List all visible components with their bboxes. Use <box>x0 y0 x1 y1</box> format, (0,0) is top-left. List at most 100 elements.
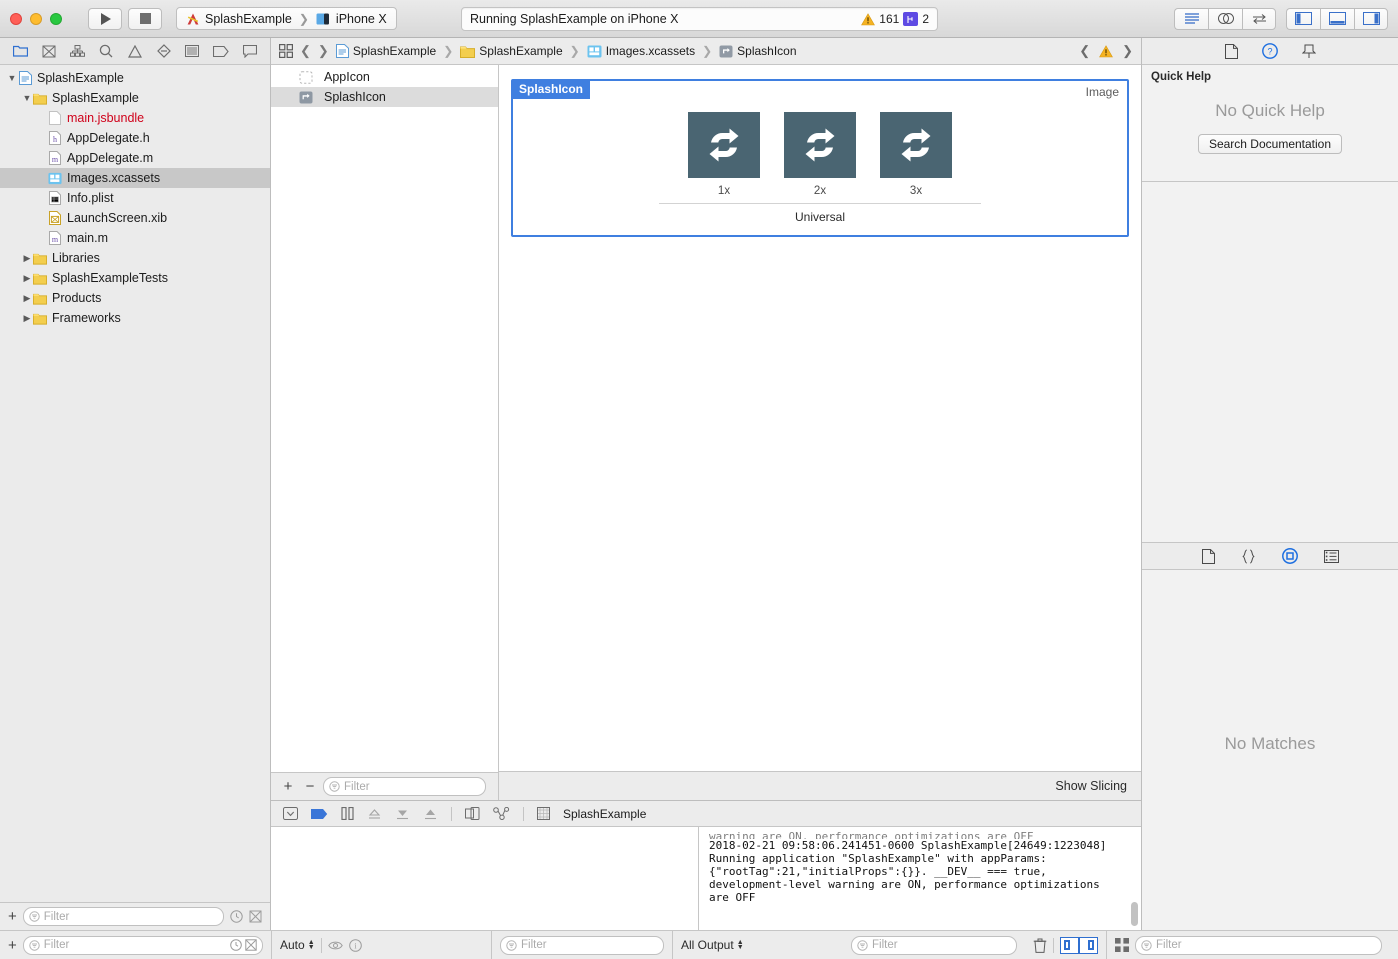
issue-navigator-tab[interactable] <box>124 42 146 61</box>
memory-graph-icon[interactable] <box>493 807 510 820</box>
disclosure-triangle-open-icon[interactable]: ▼ <box>6 73 18 83</box>
breakpoint-flag-icon[interactable] <box>311 808 328 820</box>
variables-filter-field[interactable]: Filter <box>500 935 664 955</box>
version-editor-button[interactable] <box>1242 7 1276 30</box>
variables-view-icon[interactable] <box>1060 936 1079 954</box>
scheme-selector[interactable]: SplashExample ❯ iPhone X <box>176 7 397 30</box>
pin-inspector-tab[interactable] <box>1301 44 1316 59</box>
repeat-arrows-icon[interactable] <box>880 112 952 178</box>
warning-triangle-icon[interactable] <box>1099 44 1114 58</box>
assistant-editor-button[interactable] <box>1208 7 1242 30</box>
console-filter-field[interactable]: Filter <box>851 935 1017 955</box>
tree-row[interactable]: m main.m <box>0 228 270 248</box>
tree-row[interactable]: ▶ Libraries <box>0 248 270 268</box>
grid-view-icon[interactable] <box>1115 938 1129 952</box>
tree-row[interactable]: ▶ Frameworks <box>0 308 270 328</box>
tree-row[interactable]: m AppDelegate.m <box>0 148 270 168</box>
tree-row[interactable]: main.jsbundle <box>0 108 270 128</box>
disclosure-box-icon[interactable] <box>283 807 298 820</box>
repeat-arrows-icon[interactable] <box>688 112 760 178</box>
standard-editor-button[interactable] <box>1174 7 1208 30</box>
report-navigator-tab[interactable] <box>239 42 261 61</box>
tree-row[interactable]: ▼ SplashExample <box>0 88 270 108</box>
next-issue-button[interactable]: ❯ <box>1122 43 1133 59</box>
step-over-icon[interactable] <box>367 808 382 820</box>
test-navigator-tab[interactable] <box>153 42 175 61</box>
disclosure-triangle-closed-icon[interactable]: ▶ <box>21 273 33 284</box>
breadcrumb-item-project[interactable]: SplashExample <box>335 44 436 58</box>
source-control-icon[interactable] <box>245 939 257 951</box>
code-snippet-library-tab[interactable] <box>1241 549 1256 564</box>
branch-icon[interactable] <box>903 12 919 26</box>
search-documentation-button[interactable]: Search Documentation <box>1197 134 1343 154</box>
add-asset-button[interactable]: + <box>279 778 297 795</box>
symbol-navigator-tab[interactable] <box>67 42 89 61</box>
source-control-navigator-tab[interactable] <box>38 42 60 61</box>
clock-icon[interactable] <box>230 939 242 951</box>
image-slot[interactable]: 1x <box>688 112 760 197</box>
eye-icon[interactable] <box>327 940 343 951</box>
quick-help-inspector-tab[interactable]: ? <box>1261 43 1278 59</box>
console-view-icon[interactable] <box>1079 936 1098 954</box>
tree-row[interactable]: LaunchScreen.xib <box>0 208 270 228</box>
view-hierarchy-icon[interactable] <box>465 807 480 820</box>
forward-button[interactable]: ❯ <box>318 43 329 59</box>
close-button[interactable] <box>10 12 22 25</box>
navigator-filter-field[interactable]: Filter <box>22 907 224 926</box>
step-into-icon[interactable] <box>395 808 410 820</box>
asset-item-selected[interactable]: SplashIcon <box>271 87 498 107</box>
trash-icon[interactable] <box>1033 938 1047 953</box>
related-items-icon[interactable] <box>279 44 293 58</box>
source-control-filter-icon[interactable] <box>249 910 262 923</box>
find-navigator-tab[interactable] <box>95 42 117 61</box>
repeat-arrows-icon[interactable] <box>784 112 856 178</box>
info-circle-icon[interactable]: i <box>348 938 362 952</box>
disclosure-triangle-open-icon[interactable]: ▼ <box>21 93 33 103</box>
project-navigator-tab[interactable] <box>9 42 31 61</box>
disclosure-triangle-closed-icon[interactable]: ▶ <box>21 293 33 304</box>
asset-filter-field[interactable]: Filter <box>323 777 486 796</box>
tree-row-selected[interactable]: Images.xcassets <box>0 168 270 188</box>
breadcrumb-item-group[interactable]: SplashExample <box>460 44 563 58</box>
tree-row[interactable]: Info.plist <box>0 188 270 208</box>
step-out-icon[interactable] <box>423 808 438 820</box>
tree-row[interactable]: h AppDelegate.h <box>0 128 270 148</box>
variables-scope-popup[interactable]: Auto ▲ ▼ <box>280 938 315 952</box>
imageset-group[interactable]: SplashIcon Image 1x 2x 3x Universal <box>511 79 1129 237</box>
pause-icon[interactable] <box>341 807 354 820</box>
project-tree[interactable]: ▼ SplashExample ▼ SplashExample main.jsbundl… <box>0 65 270 902</box>
file-inspector-tab[interactable] <box>1224 43 1238 59</box>
image-slot[interactable]: 3x <box>880 112 952 197</box>
library-filter-field[interactable]: Filter <box>1135 935 1382 955</box>
add-button[interactable]: + <box>8 937 17 954</box>
tree-row[interactable]: ▶ Products <box>0 288 270 308</box>
asset-item[interactable]: AppIcon <box>271 67 498 87</box>
console-scrollbar[interactable] <box>1131 902 1138 926</box>
media-library-tab[interactable] <box>1323 549 1339 563</box>
warning-triangle-icon[interactable] <box>861 12 876 26</box>
toggle-navigator-button[interactable] <box>1286 7 1320 30</box>
add-file-button[interactable]: + <box>8 908 17 925</box>
stop-button[interactable] <box>128 7 162 30</box>
toggle-utilities-button[interactable] <box>1354 7 1388 30</box>
breadcrumb-item-imageset[interactable]: SplashIcon <box>719 44 797 58</box>
toggle-debug-area-button[interactable] <box>1320 7 1354 30</box>
minimize-button[interactable] <box>30 12 42 25</box>
recent-filter-icon[interactable] <box>230 910 243 923</box>
debug-navigator-tab[interactable] <box>181 42 203 61</box>
asset-rows[interactable]: AppIcon SplashIcon <box>271 65 498 772</box>
breakpoint-navigator-tab[interactable] <box>210 42 232 61</box>
tree-row[interactable]: ▼ SplashExample <box>0 68 270 88</box>
disclosure-triangle-closed-icon[interactable]: ▶ <box>21 313 33 324</box>
back-button[interactable]: ❮ <box>300 43 311 59</box>
run-button[interactable] <box>88 7 122 30</box>
image-slot[interactable]: 2x <box>784 112 856 197</box>
console-output[interactable]: warning are ON, performance optimization… <box>699 827 1141 930</box>
disclosure-triangle-closed-icon[interactable]: ▶ <box>21 253 33 264</box>
variables-view[interactable] <box>271 827 699 930</box>
breadcrumb-item-assets[interactable]: Images.xcassets <box>587 44 695 58</box>
remove-asset-button[interactable]: − <box>301 778 319 795</box>
console-output-popup[interactable]: All Output ▲ ▼ <box>681 938 744 952</box>
navigator-bottom-filter[interactable]: Filter <box>22 935 263 955</box>
tree-row[interactable]: ▶ SplashExampleTests <box>0 268 270 288</box>
